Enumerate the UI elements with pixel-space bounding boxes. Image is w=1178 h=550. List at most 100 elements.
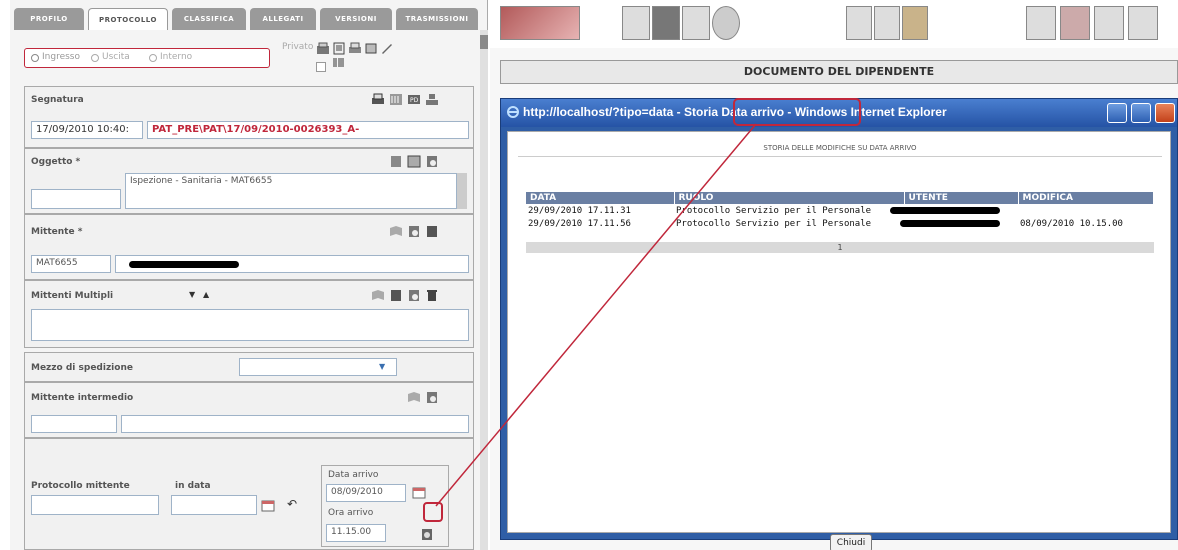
- mezzo-select[interactable]: [239, 358, 397, 376]
- scroll-up-button[interactable]: [480, 35, 488, 49]
- toolbar-countersign-icon[interactable]: [874, 6, 900, 40]
- data-arrivo-label: Data arrivo: [328, 470, 379, 480]
- vertical-scrollbar[interactable]: [480, 30, 488, 550]
- pencil-icon[interactable]: [380, 42, 394, 55]
- move-down-icon[interactable]: ▼: [189, 290, 195, 299]
- copy-arrow-icon[interactable]: ↶: [287, 497, 297, 511]
- history-icon[interactable]: [420, 528, 434, 541]
- toolbar-sign-icon[interactable]: [846, 6, 872, 40]
- intermedio-name-field[interactable]: [121, 415, 469, 433]
- printer-icon[interactable]: [371, 93, 385, 106]
- main-toolbar: [490, 0, 1178, 48]
- sender-details-icon[interactable]: [425, 225, 439, 238]
- ora-arrivo-field[interactable]: 11.15.00: [326, 524, 386, 542]
- tab-trasmissioni[interactable]: TRASMISSIONI: [396, 8, 478, 30]
- privato-label: Privato: [282, 42, 314, 52]
- maximize-button[interactable]: [1131, 103, 1151, 123]
- oggetto-scrollbar[interactable]: [457, 173, 467, 209]
- toolbar-edit-icon[interactable]: [652, 6, 680, 40]
- cell-utente: [900, 217, 1018, 230]
- search-document-icon[interactable]: [425, 155, 439, 168]
- tab-profilo[interactable]: PROFILO: [14, 8, 84, 30]
- tab-allegati[interactable]: ALLEGATI: [250, 8, 316, 30]
- chiudi-button[interactable]: Chiudi: [830, 534, 872, 550]
- address-book-icon[interactable]: [389, 225, 403, 238]
- mittenti-multipli-section: Mittenti Multipli ▼ ▲: [24, 280, 474, 348]
- data-arrivo-field[interactable]: 08/09/2010: [326, 484, 406, 502]
- search-sender-icon[interactable]: [425, 391, 439, 404]
- close-window-button[interactable]: [1155, 103, 1175, 123]
- svg-text:PD: PD: [410, 97, 419, 104]
- table-row: 29/09/2010 17.11.56 Protocollo Servizio …: [526, 217, 1154, 230]
- toolbar-chip-icon[interactable]: [902, 6, 928, 40]
- history-table: DATA RUOLO UTENTE MODIFICA 29/09/2010 17…: [526, 192, 1154, 230]
- address-book-icon[interactable]: [407, 391, 421, 404]
- cell-ruolo: Protocollo Servizio per il Personale: [676, 218, 872, 229]
- in-data-field[interactable]: [171, 495, 257, 515]
- barcode-icon[interactable]: [332, 56, 346, 69]
- toolbar-scan-icon[interactable]: [622, 6, 650, 40]
- radio-uscita-label: Uscita: [102, 52, 130, 62]
- stamp-icon[interactable]: [364, 42, 378, 55]
- label-icon[interactable]: PD: [407, 93, 421, 106]
- segnatura-label: Segnatura: [31, 95, 84, 105]
- mittenti-multipli-list[interactable]: [31, 309, 469, 341]
- popup-title-url: http://localhost/?tipo=data -: [523, 105, 684, 119]
- segnatura-date-field[interactable]: 17/09/2010 10:40:: [31, 121, 143, 139]
- oggetto-code-field[interactable]: [31, 189, 121, 209]
- new-document-button[interactable]: [500, 6, 580, 40]
- table-pager[interactable]: 1: [526, 242, 1154, 253]
- oggetto-text-area[interactable]: Ispezione - Sanitaria - MAT6655: [125, 173, 457, 209]
- address-book-icon[interactable]: [371, 289, 385, 302]
- edit-object-icon[interactable]: [407, 155, 421, 168]
- print-icon[interactable]: [348, 42, 362, 55]
- radio-uscita[interactable]: [91, 54, 99, 62]
- search-sender-icon[interactable]: [407, 289, 421, 302]
- cell-utente: [890, 204, 1018, 217]
- cell-ruolo: Protocollo Servizio per il Personale: [676, 205, 872, 216]
- document-icon[interactable]: [332, 42, 346, 55]
- history-popup-window: http://localhost/?tipo=data - Storia Dat…: [500, 98, 1178, 550]
- mittenti-multipli-label: Mittenti Multipli: [31, 291, 114, 301]
- segnatura-code-field[interactable]: PAT_PRE\PAT\17/09/2010-0026393_A-: [147, 121, 469, 139]
- column-header-ruolo: RUOLO: [674, 192, 905, 204]
- in-data-label: in data: [175, 481, 211, 491]
- tab-versioni[interactable]: VERSIONI: [320, 8, 392, 30]
- toolbar-forward-icon[interactable]: [1094, 6, 1124, 40]
- radio-interno[interactable]: [149, 54, 157, 62]
- barcode-print-icon[interactable]: [389, 93, 403, 106]
- toolbar-back-icon[interactable]: [1060, 6, 1090, 40]
- oggetto-label: Oggetto *: [31, 157, 81, 167]
- redaction-mark: [890, 207, 1000, 214]
- mezzo-label: Mezzo di spedizione: [31, 363, 133, 373]
- cell-data: 29/09/2010 17.11.56: [528, 218, 631, 229]
- intermedio-code-field[interactable]: [31, 415, 117, 433]
- protocollo-mittente-field[interactable]: [31, 495, 159, 515]
- toolbar-print-icon[interactable]: [682, 6, 710, 40]
- scanner-icon[interactable]: [316, 42, 330, 55]
- tab-protocollo[interactable]: PROTOCOLLO: [88, 8, 168, 30]
- chevron-down-icon[interactable]: ▼: [379, 362, 385, 371]
- minimize-button[interactable]: [1107, 103, 1127, 123]
- calendar-icon[interactable]: [412, 486, 426, 499]
- trash-icon[interactable]: [425, 289, 439, 302]
- calendar-icon[interactable]: [261, 499, 275, 512]
- privato-checkbox[interactable]: [316, 62, 326, 72]
- document-header: DOCUMENTO DEL DIPENDENTE: [500, 60, 1178, 84]
- redaction-mark: [129, 261, 239, 268]
- cell-modifica: [1018, 204, 1154, 217]
- arrival-section: Protocollo mittente in data ↶ Data arriv…: [24, 438, 474, 550]
- toolbar-clock-icon[interactable]: [712, 6, 740, 40]
- tab-classifica[interactable]: CLASSIFICA: [172, 8, 246, 30]
- radio-ingresso[interactable]: [31, 54, 39, 62]
- toolbar-export-icon[interactable]: [1128, 6, 1158, 40]
- sender-details-icon[interactable]: [389, 289, 403, 302]
- search-sender-icon[interactable]: [407, 225, 421, 238]
- oggetto-section: Oggetto * Ispezione - Sanitaria - MAT665…: [24, 148, 474, 214]
- segnatura-section: Segnatura PD 17/09/2010 10:40: PAT_PRE\P…: [24, 86, 474, 148]
- stamp-icon[interactable]: [425, 93, 439, 106]
- mittente-code-field[interactable]: MAT6655: [31, 255, 111, 273]
- move-up-icon[interactable]: ▲: [203, 290, 209, 299]
- toolbar-transmit-icon[interactable]: [1026, 6, 1056, 40]
- note-icon[interactable]: [389, 155, 403, 168]
